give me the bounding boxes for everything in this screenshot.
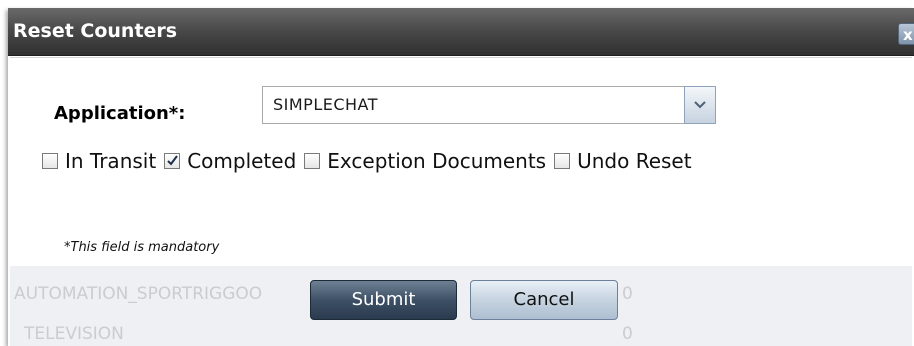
option-completed[interactable]: Completed (164, 149, 296, 173)
in-transit-checkbox[interactable] (42, 153, 58, 169)
background-row-2-count: 0 (622, 324, 633, 344)
dialog-body: Application*: SIMPLECHAT In Transit Comp… (10, 57, 912, 266)
application-select-value: SIMPLECHAT (273, 95, 379, 114)
background-row-2: TELEVISION (24, 324, 124, 344)
background-row-1: AUTOMATION_SPORTRIGGOO (14, 284, 263, 304)
dialog-title: Reset Counters (13, 20, 178, 42)
option-undo-reset[interactable]: Undo Reset (554, 149, 692, 173)
submit-button[interactable]: Submit (310, 280, 457, 320)
background-table: AUTOMATION_SPORTRIGGOO 0 TELEVISION 0 (10, 266, 912, 346)
background-row-1-count: 0 (622, 284, 633, 304)
undo-reset-label: Undo Reset (577, 149, 692, 173)
completed-label: Completed (187, 149, 297, 173)
chevron-down-icon[interactable] (684, 86, 716, 124)
dialog-titlebar[interactable]: Reset Counters x (8, 8, 914, 56)
completed-checkbox[interactable] (164, 153, 181, 169)
option-in-transit[interactable]: In Transit (42, 149, 156, 173)
application-label: Application*: (54, 103, 186, 124)
undo-reset-checkbox[interactable] (554, 153, 571, 169)
cancel-button[interactable]: Cancel (470, 280, 618, 320)
reset-counters-dialog: Reset Counters x Application*: SIMPLECHA… (8, 8, 914, 346)
mandatory-note: *This field is mandatory (64, 240, 220, 255)
exception-documents-label: Exception Documents (327, 149, 547, 173)
application-select[interactable]: SIMPLECHAT (262, 86, 716, 124)
option-exception-documents[interactable]: Exception Documents (304, 149, 546, 173)
in-transit-label: In Transit (65, 149, 157, 173)
checkmark-icon (167, 155, 178, 166)
exception-documents-checkbox[interactable] (304, 153, 321, 169)
close-icon[interactable]: x (898, 23, 914, 45)
reset-options: In Transit Completed Exception Documents… (42, 146, 700, 176)
